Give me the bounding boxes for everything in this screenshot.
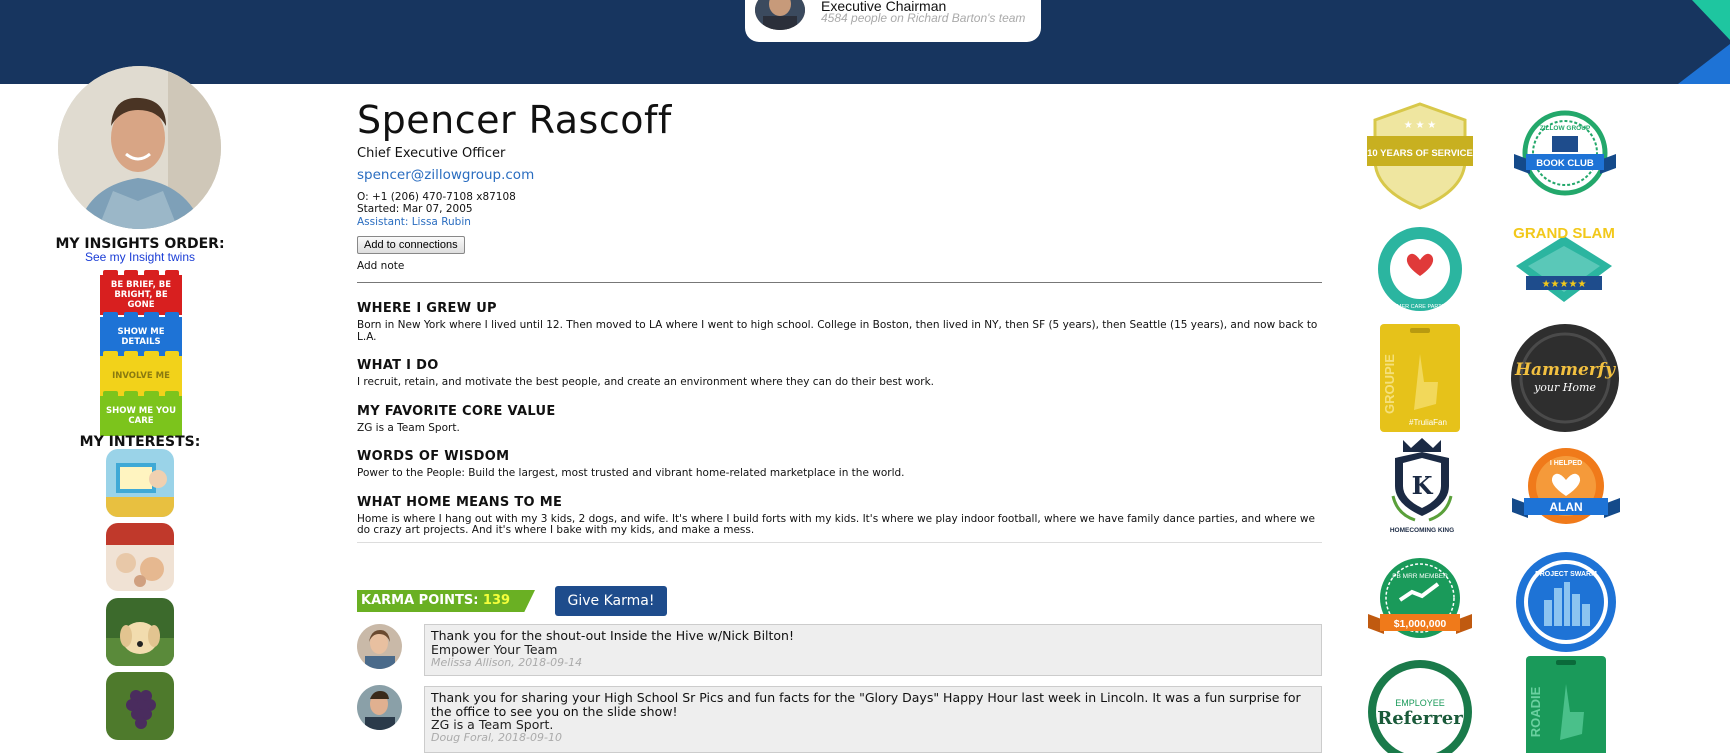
badge-roadie[interactable]: ROADIE	[1526, 656, 1606, 753]
badge-project-swarm[interactable]: PROJECT SWARM	[1514, 550, 1618, 654]
badge-helped-alan[interactable]: I HELPED ALAN	[1510, 446, 1622, 534]
badge-text: #TruliaFan	[1409, 418, 1447, 427]
badge-text: EMPLOYEE	[1395, 698, 1445, 708]
manager-team-count[interactable]: 4584 people on Richard Barton's team	[821, 12, 1031, 25]
corner-accent	[1678, 0, 1730, 84]
badge-book-club[interactable]: ZILLOW GROUP BOOK CLUB	[1510, 108, 1620, 198]
insight-brick-1: BE BRIEF, BE BRIGHT, BE GONE	[100, 270, 182, 315]
badge-hammerfy[interactable]: Hammerfy your Home	[1510, 323, 1620, 433]
insight-twins-link[interactable]: See my Insight twins	[48, 250, 232, 264]
profile-start-date: Started: Mar 07, 2005	[357, 203, 473, 215]
interest-puppy-image[interactable]	[106, 598, 174, 666]
divider	[357, 282, 1322, 283]
feedback-meta: Melissa Allison, 2018-09-14	[431, 655, 583, 669]
badge-text: K	[1412, 471, 1434, 500]
section-text: I recruit, retain, and motivate the best…	[357, 376, 934, 388]
badge-text: ALAN	[1549, 500, 1582, 514]
manager-card[interactable]: Executive Chairman 4584 people on Richar…	[745, 0, 1041, 42]
section-home-means: WHAT HOME MEANS TO ME Home is where I ha…	[357, 495, 1322, 537]
badge-pb-mrr-member[interactable]: PB MRR MEMBER $1,000,000	[1366, 556, 1474, 646]
badge-10-years-service[interactable]: 10 YEARS OF SERVICE ★ ★ ★	[1365, 100, 1475, 212]
give-karma-button[interactable]: Give Karma!	[555, 586, 667, 616]
top-banner: Executive Chairman 4584 people on Richar…	[0, 0, 1730, 84]
badge-text: BOOK CLUB	[1536, 158, 1594, 169]
badge-text: ZILLOW GROUP	[1540, 125, 1591, 132]
section-heading: WHAT HOME MEANS TO ME	[357, 494, 563, 510]
feedback-item: Thank you for the shout-out Inside the H…	[424, 624, 1322, 676]
badge-text: I HELPED	[1550, 460, 1582, 467]
section-text: ZG is a Team Sport.	[357, 421, 460, 434]
badge-employee-referrer[interactable]: EMPLOYEE Referrer	[1366, 658, 1474, 753]
assistant-link[interactable]: Assistant: Lissa Rubin	[357, 216, 1322, 228]
section-heading: WORDS OF WISDOM	[357, 449, 510, 464]
interest-cartoon-image[interactable]	[106, 449, 174, 517]
feedback-value: Empower Your Team	[431, 641, 558, 657]
karma-label: KARMA POINTS:	[361, 593, 483, 608]
profile-avatar	[58, 66, 221, 229]
interest-food-image[interactable]	[106, 523, 174, 591]
badge-text: Hammerfy	[1514, 360, 1616, 380]
manager-avatar	[755, 0, 805, 30]
badge-homecoming-king[interactable]: K HOMECOMING KING	[1385, 436, 1460, 536]
svg-text:★★★★★: ★★★★★	[1542, 279, 1587, 290]
badge-text: PB MRR MEMBER	[1392, 573, 1448, 580]
interests-heading: MY INTERESTS:	[79, 434, 201, 450]
svg-text:★ ★ ★: ★ ★ ★	[1404, 120, 1436, 131]
badge-groupie[interactable]: GROUPIE #TruliaFan	[1380, 324, 1460, 432]
profile-phone: O: +1 (206) 470-7108 x87108	[357, 191, 516, 203]
section-heading: WHERE I GREW UP	[357, 301, 497, 316]
profile-main: Spencer Rascoff Chief Executive Officer …	[357, 98, 1322, 543]
divider	[357, 541, 1322, 543]
section-text: Born in New York where I lived until 12.…	[357, 319, 1318, 343]
insight-brick-4: SHOW ME YOU CARE	[100, 391, 182, 436]
badge-grand-slam[interactable]: GRAND SLAM ★★★★★	[1508, 222, 1620, 306]
feedback-meta: Doug Foral, 2018-09-10	[431, 731, 562, 744]
section-what-i-do: WHAT I DO I recruit, retain, and motivat…	[357, 358, 1322, 389]
feedback-value: ZG is a Team Sport.	[431, 717, 554, 732]
insight-brick-3: INVOLVE ME	[100, 351, 182, 396]
section-grew-up: WHERE I GREW UP Born in New York where I…	[357, 301, 1322, 343]
badge-consumer-care[interactable]: CONSUMER CARE PARTICIPANT	[1375, 224, 1465, 314]
feedback-text: Thank you for sharing your High School S…	[431, 690, 1301, 719]
badge-text: GRAND SLAM	[1513, 225, 1615, 242]
badge-text: Referrer	[1377, 708, 1463, 729]
section-heading: WHAT I DO	[357, 358, 439, 373]
insight-brick-label: SHOW ME DETAILS	[117, 327, 165, 347]
insight-brick-label: INVOLVE ME	[112, 371, 170, 381]
badge-text: $1,000,000	[1394, 618, 1447, 630]
insight-brick-label: SHOW ME YOU CARE	[105, 406, 176, 426]
add-note-link[interactable]: Add note	[357, 260, 1322, 272]
feedback-author-avatar[interactable]	[357, 624, 402, 669]
section-wisdom: WORDS OF WISDOM Power to the People: Bui…	[357, 449, 1322, 480]
badge-text: ROADIE	[1528, 686, 1543, 737]
feedback-text: Thank you for the shout-out Inside the H…	[431, 628, 794, 643]
badge-text: 10 YEARS OF SERVICE	[1367, 148, 1473, 159]
badge-text: CONSUMER CARE PARTICIPANT	[1377, 304, 1464, 310]
feedback-author-avatar[interactable]	[357, 685, 402, 730]
badge-text: GROUPIE	[1382, 354, 1397, 414]
badge-text: HOMECOMING KING	[1390, 527, 1454, 534]
section-core-value: MY FAVORITE CORE VALUE ZG is a Team Spor…	[357, 404, 1322, 435]
section-text: Power to the People: Build the largest, …	[357, 467, 905, 479]
profile-name: Spencer Rascoff	[357, 98, 672, 142]
badge-text: your Home	[1533, 381, 1596, 394]
karma-points-value: 139	[482, 593, 511, 608]
feedback-item: Thank you for sharing your High School S…	[424, 686, 1322, 753]
profile-title: Chief Executive Officer	[357, 146, 506, 161]
interest-grapes-image[interactable]	[106, 672, 174, 740]
section-heading: MY FAVORITE CORE VALUE	[357, 403, 556, 419]
badge-text: PROJECT SWARM	[1535, 571, 1597, 578]
add-to-connections-button[interactable]: Add to connections	[357, 236, 465, 254]
profile-email-link[interactable]: spencer@zillowgroup.com	[357, 167, 1322, 183]
section-text: Home is where I hang out with my 3 kids,…	[357, 512, 1315, 536]
karma-points-banner: KARMA POINTS: 139	[357, 590, 535, 612]
insight-brick-label: BE BRIEF, BE BRIGHT, BE GONE	[110, 280, 172, 310]
